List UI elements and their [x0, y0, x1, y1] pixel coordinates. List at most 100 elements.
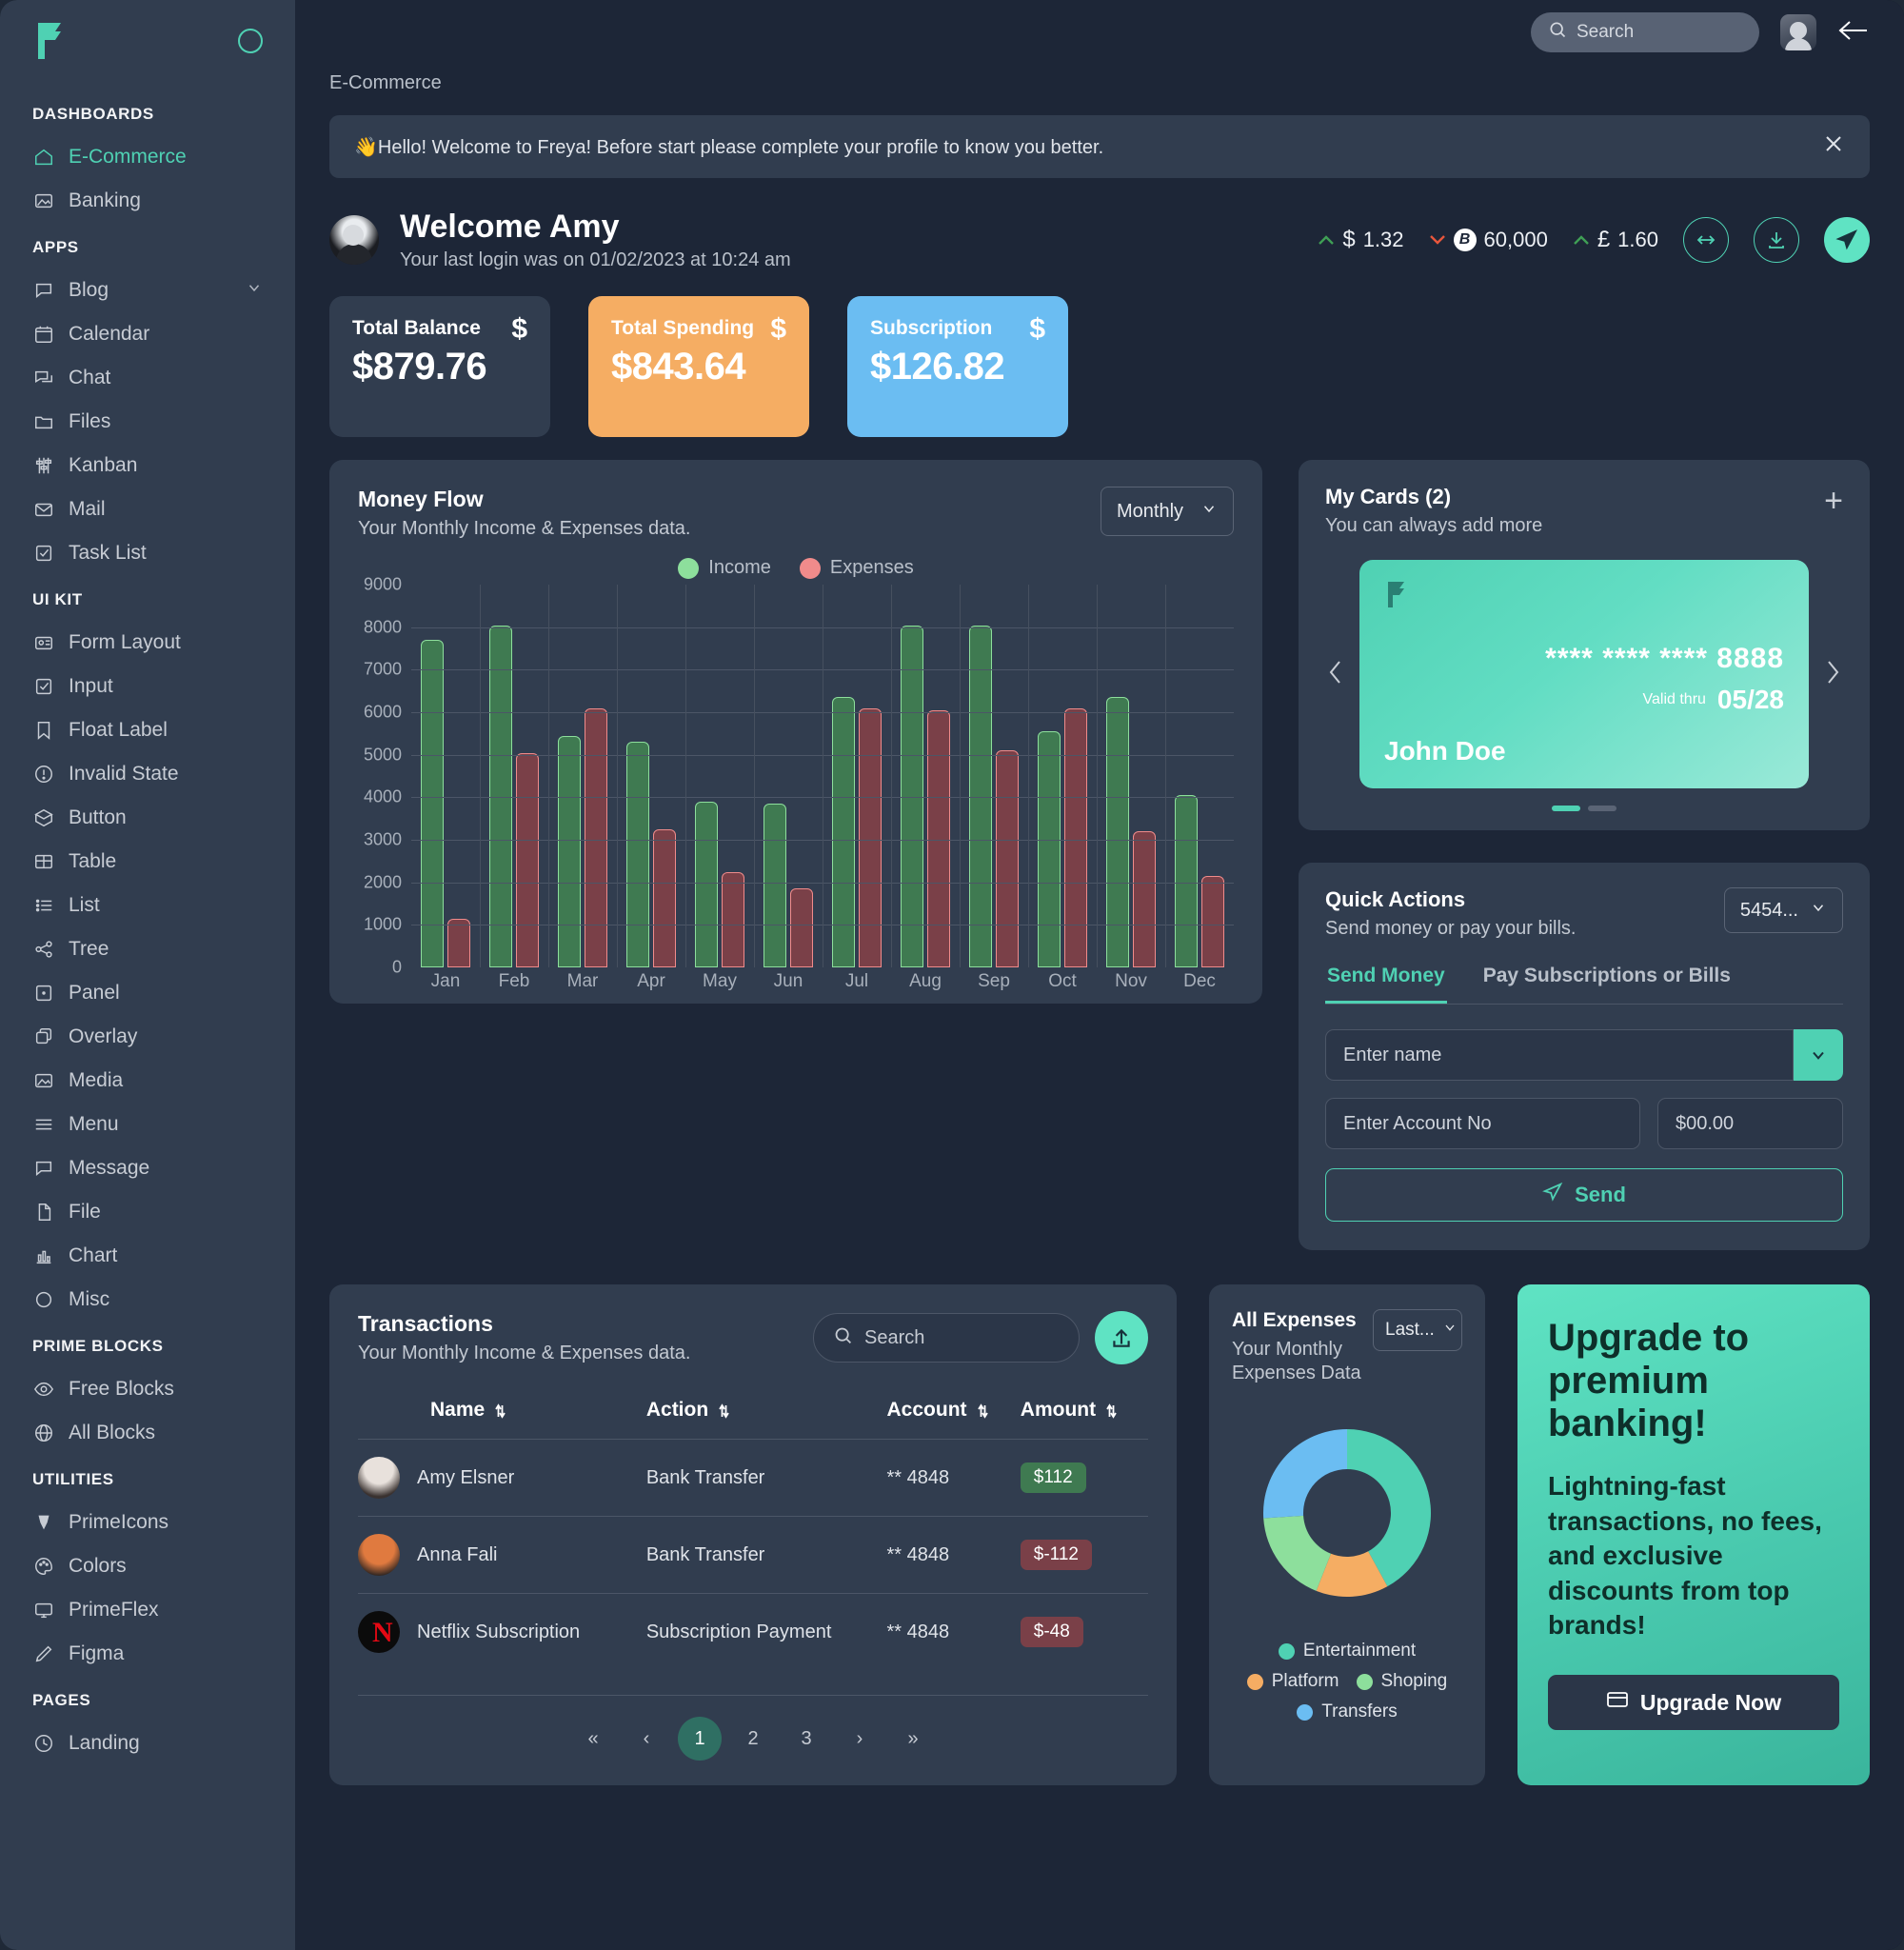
bar-expenses-feb[interactable]	[516, 752, 539, 968]
sidebar-item-float-label[interactable]: Float Label	[0, 708, 295, 752]
amount-input[interactable]: $00.00	[1657, 1098, 1843, 1150]
bar-income-jul[interactable]	[832, 697, 855, 968]
pagination-last[interactable]: »	[891, 1717, 935, 1761]
pagination-first[interactable]: «	[571, 1717, 615, 1761]
sidebar-item-input[interactable]: Input	[0, 665, 295, 708]
sidebar-item-table[interactable]: Table	[0, 840, 295, 884]
back-arrow-icon[interactable]	[1837, 17, 1870, 49]
credit-card[interactable]: **** **** **** 8888 Valid thru 05/28 Joh…	[1359, 560, 1809, 789]
sidebar-item-message[interactable]: Message	[0, 1146, 295, 1190]
recipient-dropdown-button[interactable]	[1794, 1029, 1843, 1082]
sidebar-item-task-list[interactable]: Task List	[0, 531, 295, 575]
bar-income-apr[interactable]	[626, 742, 649, 968]
sort-icon[interactable]	[716, 1403, 731, 1420]
carousel-dot[interactable]	[1552, 806, 1580, 812]
sidebar-item-blog[interactable]: Blog	[0, 269, 295, 312]
table-row[interactable]: Amy Elsner Bank Transfer ** 4848 $112	[358, 1439, 1148, 1517]
sidebar-item-primeflex[interactable]: PrimeFlex	[0, 1588, 295, 1632]
pagination-page-2[interactable]: 2	[731, 1717, 775, 1761]
download-button[interactable]	[1754, 217, 1799, 264]
chevron-left-icon[interactable]	[1325, 658, 1346, 691]
bar-expenses-dec[interactable]	[1201, 876, 1224, 968]
bar-income-jun[interactable]	[764, 804, 786, 968]
sidebar-item-landing[interactable]: Landing	[0, 1721, 295, 1765]
sidebar-toggle-button[interactable]	[238, 29, 263, 53]
expenses-legend-shoping[interactable]: Shoping	[1356, 1671, 1447, 1692]
transactions-search-input[interactable]: Search	[813, 1313, 1080, 1363]
sidebar-item-colors[interactable]: Colors	[0, 1544, 295, 1588]
upgrade-now-button[interactable]: Upgrade Now	[1548, 1675, 1839, 1731]
table-row[interactable]: N Netflix Subscription Subscription Paymen…	[358, 1593, 1148, 1671]
sidebar-item-chat[interactable]: Chat	[0, 356, 295, 400]
bar-expenses-jan[interactable]	[447, 918, 470, 968]
sidebar-item-invalid-state[interactable]: Invalid State	[0, 752, 295, 796]
bar-expenses-aug[interactable]	[927, 709, 950, 968]
account-number-input[interactable]: Enter Account No	[1325, 1098, 1640, 1150]
column-header-amount[interactable]: Amount	[1021, 1389, 1148, 1440]
sidebar-item-chart[interactable]: Chart	[0, 1234, 295, 1278]
chevron-down-icon[interactable]	[246, 279, 263, 302]
pagination-page-3[interactable]: 3	[784, 1717, 828, 1761]
stat-card-total-balance[interactable]: Total Balance $879.76 $	[329, 296, 550, 438]
bar-expenses-may[interactable]	[722, 871, 744, 968]
sidebar-item-mail[interactable]: Mail	[0, 488, 295, 531]
bar-expenses-jul[interactable]	[859, 707, 882, 968]
sort-icon[interactable]	[492, 1403, 507, 1420]
carousel-dot[interactable]	[1588, 806, 1616, 812]
bar-income-feb[interactable]	[489, 625, 512, 968]
bar-expenses-nov[interactable]	[1133, 831, 1156, 968]
stat-card-total-spending[interactable]: Total Spending $843.64 $	[588, 296, 809, 438]
sidebar-item-list[interactable]: List	[0, 884, 295, 927]
bar-income-mar[interactable]	[558, 735, 581, 968]
sidebar-item-files[interactable]: Files	[0, 400, 295, 444]
sort-icon[interactable]	[975, 1403, 990, 1420]
legend-item-income[interactable]: Income	[678, 557, 771, 579]
expenses-range-select[interactable]: Last...	[1373, 1309, 1462, 1352]
sidebar-item-media[interactable]: Media	[0, 1059, 295, 1103]
tab-send-money[interactable]: Send Money	[1325, 965, 1447, 1005]
column-header-name[interactable]: Name	[358, 1389, 646, 1440]
sidebar-item-tree[interactable]: Tree	[0, 927, 295, 971]
bar-income-oct[interactable]	[1038, 731, 1061, 968]
sidebar-item-button[interactable]: Button	[0, 796, 295, 840]
recipient-name-input[interactable]: Enter name	[1325, 1029, 1794, 1082]
column-header-action[interactable]: Action	[646, 1389, 887, 1440]
expenses-legend-entertainment[interactable]: Entertainment	[1278, 1641, 1416, 1661]
pagination-prev[interactable]: ‹	[625, 1717, 668, 1761]
export-button[interactable]	[1095, 1311, 1148, 1365]
column-header-account[interactable]: Account	[887, 1389, 1021, 1440]
period-select[interactable]: Monthly	[1101, 487, 1234, 537]
bar-expenses-jun[interactable]	[790, 888, 813, 968]
sidebar-item-calendar[interactable]: Calendar	[0, 312, 295, 356]
sidebar-item-banking[interactable]: Banking	[0, 179, 295, 223]
sidebar-item-e-commerce[interactable]: E-Commerce	[0, 135, 295, 179]
exchange-button[interactable]	[1683, 217, 1729, 264]
sidebar-item-menu[interactable]: Menu	[0, 1103, 295, 1146]
bar-income-may[interactable]	[695, 801, 718, 968]
send-money-button[interactable]: Send	[1325, 1168, 1843, 1223]
stat-card-subscription[interactable]: Subscription $126.82 $	[847, 296, 1068, 438]
pagination-next[interactable]: ›	[838, 1717, 882, 1761]
pagination-page-1[interactable]: 1	[678, 1717, 722, 1761]
avatar[interactable]	[1780, 14, 1816, 50]
bar-expenses-mar[interactable]	[585, 707, 607, 968]
bar-income-aug[interactable]	[901, 625, 923, 968]
bar-income-sep[interactable]	[969, 625, 992, 968]
bar-income-nov[interactable]	[1106, 697, 1129, 968]
send-button[interactable]	[1824, 217, 1870, 264]
bar-expenses-sep[interactable]	[996, 750, 1019, 968]
bar-expenses-oct[interactable]	[1064, 707, 1087, 968]
legend-item-expenses[interactable]: Expenses	[799, 557, 914, 579]
table-row[interactable]: Anna Fali Bank Transfer ** 4848 $-112	[358, 1516, 1148, 1594]
sidebar-item-all-blocks[interactable]: All Blocks	[0, 1411, 295, 1455]
tab-pay-subscriptions-or-bills[interactable]: Pay Subscriptions or Bills	[1481, 965, 1733, 1004]
bar-income-jan[interactable]	[421, 640, 444, 968]
sidebar-item-free-blocks[interactable]: Free Blocks	[0, 1367, 295, 1411]
sidebar-item-file[interactable]: File	[0, 1190, 295, 1234]
global-search[interactable]: Search	[1531, 12, 1759, 52]
donut-slice-transfers[interactable]	[1263, 1429, 1347, 1519]
sort-icon[interactable]	[1103, 1403, 1119, 1420]
sidebar-item-figma[interactable]: Figma	[0, 1632, 295, 1676]
add-card-button[interactable]: +	[1824, 485, 1843, 517]
sidebar-item-primeicons[interactable]: PrimeIcons	[0, 1501, 295, 1544]
